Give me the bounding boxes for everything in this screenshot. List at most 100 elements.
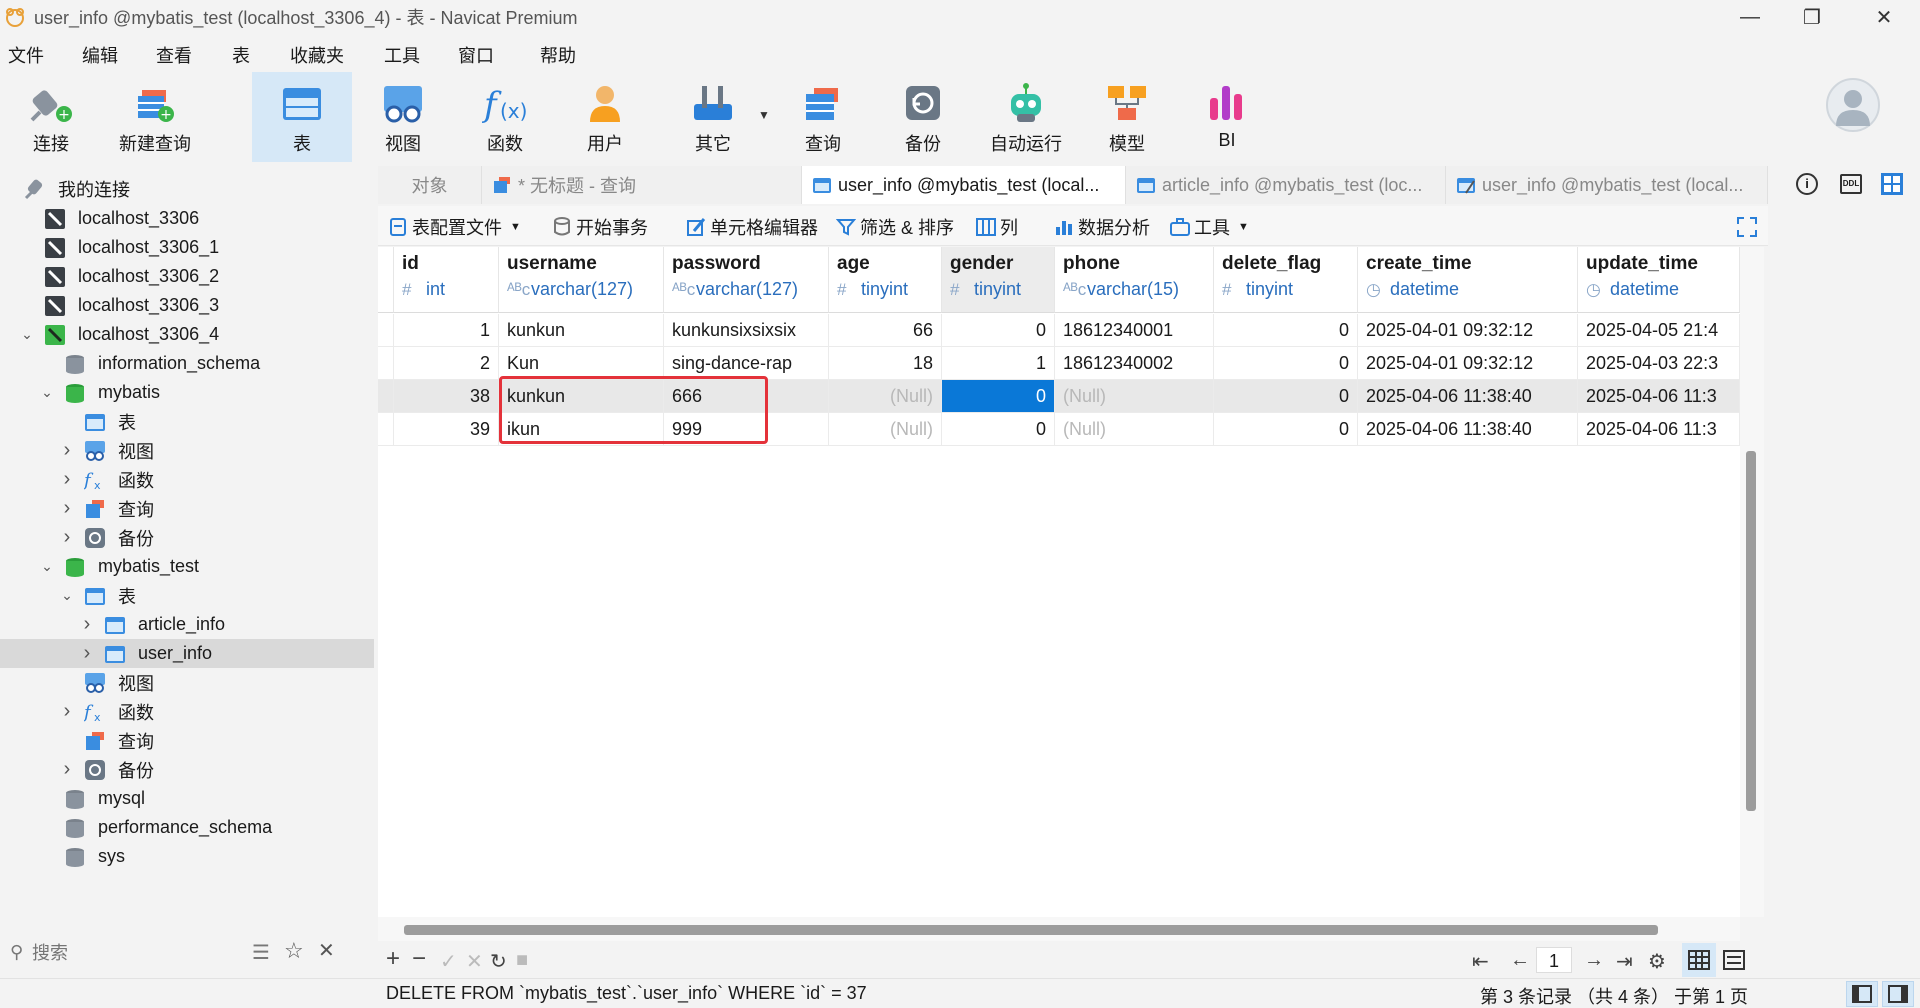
cell-username[interactable]: kunkun [499, 314, 664, 347]
toolbar-model-button[interactable]: 模型 [1094, 72, 1160, 162]
cell-update-time[interactable]: 2025-04-06 11:3 [1578, 380, 1740, 413]
row-selector[interactable] [378, 314, 394, 347]
info-icon[interactable]: i [1796, 173, 1818, 195]
chevron-down-icon[interactable]: ⌄ [60, 587, 74, 604]
cell-gender[interactable]: 0 [942, 314, 1055, 347]
horizontal-scroll-thumb[interactable] [404, 925, 1658, 935]
toolbar-view-button[interactable]: 视图 [370, 72, 436, 162]
tab-untitled-query[interactable]: * 无标题 - 查询 [482, 166, 802, 204]
menu-favorites[interactable]: 收藏夹 [290, 42, 344, 68]
tab-user-info-design[interactable]: user_info @mybatis_test (local... [1446, 166, 1768, 204]
delete-record-icon[interactable]: − [412, 945, 426, 973]
chevron-right-icon[interactable]: › [80, 613, 94, 636]
tree-table-user-info[interactable]: › user_info [0, 639, 374, 668]
cell-gender[interactable]: 0 [942, 413, 1055, 446]
tools-dropdown-button[interactable]: 工具 ▼ [1170, 214, 1249, 240]
tree-mybatis-test-functions[interactable]: › f x 函数 [0, 697, 374, 726]
column-header-create-time[interactable]: create_time ◷ datetime [1358, 247, 1578, 313]
cell-phone[interactable]: (Null) [1055, 413, 1214, 446]
chevron-down-icon[interactable]: ⌄ [40, 384, 54, 401]
last-page-icon[interactable]: ⇥ [1616, 949, 1633, 974]
column-header-id[interactable]: id # int [394, 247, 499, 313]
column-header-age[interactable]: age # tinyint [829, 247, 942, 313]
tab-user-info-active[interactable]: user_info @mybatis_test (local... [802, 166, 1126, 204]
tree-table-article-info[interactable]: › article_info [0, 610, 374, 639]
refresh-icon[interactable]: ↻ [490, 949, 507, 974]
menu-view[interactable]: 查看 [156, 42, 192, 68]
tree-db-performance-schema[interactable]: performance_schema [0, 813, 374, 842]
discard-x-icon[interactable]: ✕ [466, 949, 483, 974]
page-number-input[interactable]: 1 [1536, 947, 1572, 973]
vertical-scroll-thumb[interactable] [1746, 451, 1756, 811]
cell-delete-flag[interactable]: 0 [1214, 413, 1358, 446]
avatar[interactable] [1826, 78, 1880, 132]
cell-delete-flag[interactable]: 0 [1214, 347, 1358, 380]
data-analysis-button[interactable]: 数据分析 [1054, 214, 1150, 240]
tree-db-mybatis-test[interactable]: ⌄ mybatis_test [0, 552, 374, 581]
table-config-button[interactable]: 表配置文件 ▼ [388, 214, 521, 240]
ddl-icon[interactable]: DDL [1840, 174, 1862, 194]
collapse-icon[interactable]: ✕ [318, 938, 335, 963]
tree-mybatis-backups[interactable]: › 备份 [0, 523, 374, 552]
cell-age[interactable]: (Null) [829, 413, 942, 446]
tree-mybatis-tables[interactable]: 表 [0, 407, 374, 436]
toolbar-backup-button[interactable]: 备份 [890, 72, 956, 162]
first-page-icon[interactable]: ⇤ [1472, 949, 1489, 974]
menu-file[interactable]: 文件 [8, 42, 44, 68]
cell-phone[interactable]: 18612340002 [1055, 347, 1214, 380]
filter-sort-button[interactable]: 筛选 & 排序 [836, 214, 954, 240]
menu-help[interactable]: 帮助 [540, 42, 576, 68]
cell-delete-flag[interactable]: 0 [1214, 380, 1358, 413]
tree-conn-localhost-3306-4[interactable]: ⌄ localhost_3306_4 [0, 320, 374, 349]
toolbar-user-button[interactable]: 用户 [572, 72, 638, 162]
menu-tools[interactable]: 工具 [384, 42, 420, 68]
cell-update-time[interactable]: 2025-04-05 21:4 [1578, 314, 1740, 347]
column-header-update-time[interactable]: update_time ◷ datetime [1578, 247, 1740, 313]
chevron-right-icon[interactable]: › [60, 700, 74, 723]
toolbar-new-query-button[interactable]: + 新建查询 [110, 72, 200, 162]
cell-update-time[interactable]: 2025-04-03 22:3 [1578, 347, 1740, 380]
next-page-icon[interactable]: → [1584, 949, 1604, 972]
cell-phone[interactable]: (Null) [1055, 380, 1214, 413]
column-header-delete-flag[interactable]: delete_flag # tinyint [1214, 247, 1358, 313]
tree-conn-localhost-3306-2[interactable]: localhost_3306_2 [0, 262, 374, 291]
sidebar-search-input[interactable] [32, 940, 232, 966]
menu-edit[interactable]: 编辑 [82, 42, 118, 68]
menu-window[interactable]: 窗口 [458, 42, 494, 68]
table-row[interactable]: 1 kunkun kunkunsixsixsix 66 0 18612340001 0 202… [378, 314, 1740, 347]
tree-mybatis-queries[interactable]: › 查询 [0, 494, 374, 523]
chevron-right-icon[interactable]: › [60, 497, 74, 520]
toolbar-connect-button[interactable]: + 连接 [18, 72, 84, 162]
toolbar-automation-button[interactable]: 自动运行 [984, 72, 1068, 162]
cell-age[interactable]: (Null) [829, 380, 942, 413]
tree-mybatis-test-queries[interactable]: 查询 [0, 726, 374, 755]
cell-gender[interactable]: 1 [942, 347, 1055, 380]
grid-view-icon[interactable] [1880, 172, 1904, 196]
tree-db-mysql[interactable]: mysql [0, 784, 374, 813]
row-selector[interactable] [378, 413, 394, 446]
prev-page-icon[interactable]: ← [1510, 949, 1530, 972]
column-header-gender[interactable]: gender # tinyint [942, 247, 1055, 313]
chevron-right-icon[interactable]: › [60, 439, 74, 462]
add-record-icon[interactable]: + [386, 945, 400, 973]
tab-article-info[interactable]: article_info @mybatis_test (loc... [1126, 166, 1446, 204]
cell-id[interactable]: 39 [394, 413, 499, 446]
chevron-right-icon[interactable]: › [80, 642, 94, 665]
row-selector[interactable] [378, 380, 394, 413]
cell-password[interactable]: kunkunsixsixsix [664, 314, 829, 347]
cell-create-time[interactable]: 2025-04-01 09:32:12 [1358, 347, 1578, 380]
columns-button[interactable]: 列 [976, 214, 1018, 240]
toolbar-table-button[interactable]: 表 [252, 72, 352, 162]
chevron-down-icon[interactable]: ⌄ [20, 326, 34, 343]
toolbar-bi-button[interactable]: BI [1194, 72, 1260, 162]
stop-icon[interactable]: ■ [516, 949, 528, 972]
cell-create-time[interactable]: 2025-04-01 09:32:12 [1358, 314, 1578, 347]
cell-create-time[interactable]: 2025-04-06 11:38:40 [1358, 380, 1578, 413]
cell-phone[interactable]: 18612340001 [1055, 314, 1214, 347]
cell-editor-button[interactable]: 单元格编辑器 [686, 214, 818, 240]
column-header-username[interactable]: username ᴬᴮc varchar(127) [499, 247, 664, 313]
toolbar-other-button[interactable]: 其它 [680, 72, 746, 162]
tree-db-sys[interactable]: sys [0, 842, 374, 871]
tree-mybatis-functions[interactable]: › f x 函数 [0, 465, 374, 494]
column-header-password[interactable]: password ᴬᴮc varchar(127) [664, 247, 829, 313]
